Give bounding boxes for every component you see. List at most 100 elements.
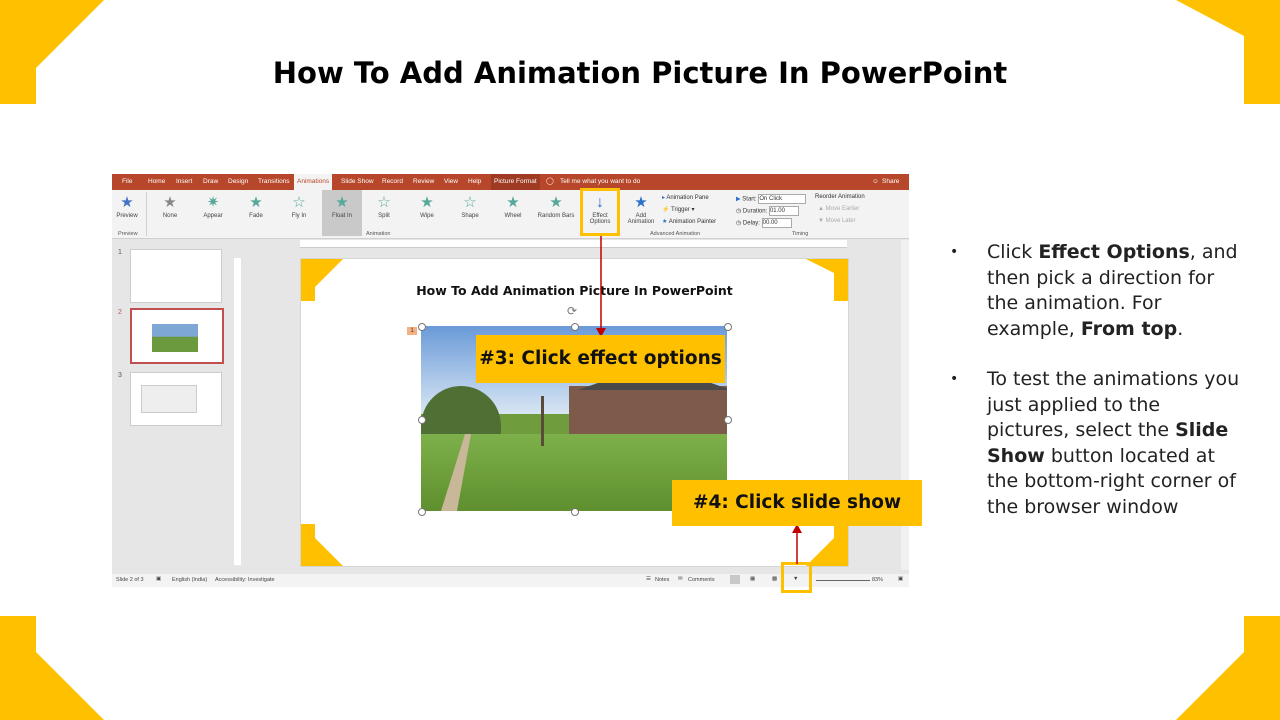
lightbulb-icon: ◯: [546, 178, 554, 185]
notes-icon: ☰: [646, 576, 651, 582]
tab-insert[interactable]: Insert: [176, 174, 192, 190]
tab-draw[interactable]: Draw: [203, 174, 218, 190]
star-icon: ★: [163, 194, 177, 211]
star-icon: ★: [420, 194, 434, 211]
reading-view-button[interactable]: ▩: [772, 576, 777, 582]
effect-label: Float In: [331, 213, 352, 219]
ribbon-tab-bar: File Home Insert Draw Design Transitions…: [112, 174, 909, 190]
comments-icon: ✉: [678, 576, 683, 582]
rotate-handle-icon[interactable]: ⟳: [567, 304, 577, 318]
tab-slide-show[interactable]: Slide Show: [341, 174, 374, 190]
move-later-button[interactable]: ▼ Move Later: [818, 218, 856, 224]
group-label-preview: Preview: [118, 231, 138, 237]
tab-home[interactable]: Home: [148, 174, 165, 190]
arrow-to-slide-show: [792, 524, 802, 564]
move-earlier-label: Move Earlier: [825, 206, 860, 212]
slide-thumbnail-3[interactable]: [130, 372, 222, 426]
start-select[interactable]: On Click: [758, 194, 807, 204]
tab-review[interactable]: Review: [413, 174, 434, 190]
notes-button[interactable]: Notes: [655, 577, 669, 583]
effect-appear[interactable]: ✷ Appear: [195, 190, 231, 236]
star-icon: ☆: [463, 194, 477, 211]
group-label-advanced-animation: Advanced Animation: [650, 231, 701, 237]
effect-label: None: [162, 213, 178, 219]
normal-view-button[interactable]: [730, 575, 740, 584]
tab-transitions[interactable]: Transitions: [258, 174, 290, 190]
reorder-title: Reorder Animation: [815, 194, 865, 200]
slide-thumbnail-1[interactable]: [130, 249, 222, 303]
effect-wipe[interactable]: ★ Wipe: [409, 190, 445, 236]
comments-button[interactable]: Comments: [688, 577, 715, 583]
effect-split[interactable]: ☆ Split: [366, 190, 402, 236]
horizontal-ruler: [300, 240, 847, 248]
thumb-number: 3: [118, 372, 122, 379]
effect-label: Wipe: [420, 213, 434, 219]
animation-pane-button[interactable]: ▸ Animation Pane: [662, 194, 709, 201]
animation-pane-icon: ▸: [662, 195, 666, 201]
resize-handle[interactable]: [571, 508, 579, 516]
delay-label: Delay:: [742, 220, 760, 227]
move-earlier-button[interactable]: ▲ Move Earlier: [818, 206, 859, 212]
slide-sorter-button[interactable]: ▦: [750, 576, 755, 582]
effect-float-in[interactable]: ★ Float In: [322, 190, 362, 236]
bullet-dot: •: [950, 371, 959, 387]
effect-label: Wheel: [504, 213, 522, 219]
slide-show-highlight: [781, 562, 812, 593]
move-later-label: Move Later: [825, 218, 856, 224]
tab-file[interactable]: File: [122, 174, 132, 190]
resize-handle[interactable]: [724, 323, 732, 331]
star-icon: ☆: [377, 194, 391, 211]
thumb-number: 2: [118, 309, 122, 316]
thumb-number: 1: [118, 249, 122, 256]
tab-picture-format[interactable]: Picture Format: [491, 174, 540, 190]
zoom-slider[interactable]: [816, 580, 870, 581]
language-indicator[interactable]: English (India): [172, 577, 207, 583]
spelling-icon: ▣: [156, 576, 162, 582]
accessibility-status[interactable]: Accessibility: Investigate: [215, 577, 275, 583]
effect-shape[interactable]: ☆ Shape: [452, 190, 488, 236]
effect-label: Fade: [249, 213, 263, 219]
star-icon: ★: [549, 194, 563, 211]
resize-handle[interactable]: [571, 323, 579, 331]
resize-handle[interactable]: [418, 508, 426, 516]
preview-button[interactable]: ★ Preview: [112, 190, 142, 236]
duration-input[interactable]: 01.00: [768, 206, 799, 216]
resize-handle[interactable]: [418, 323, 426, 331]
brush-icon: ★: [662, 219, 668, 225]
star-icon: ★: [506, 194, 520, 211]
slide-thumbnail-2[interactable]: [130, 308, 224, 364]
effect-fly-in[interactable]: ☆ Fly In: [281, 190, 317, 236]
effect-wheel[interactable]: ★ Wheel: [495, 190, 531, 236]
tab-animations[interactable]: Animations: [294, 174, 333, 190]
lightning-icon: ⚡: [662, 207, 670, 213]
effect-random-bars[interactable]: ★ Random Bars: [535, 190, 577, 236]
house: [569, 386, 727, 438]
effect-label: Fly In: [291, 213, 307, 219]
share-button[interactable]: Share: [882, 174, 899, 190]
animation-painter-button[interactable]: ★ Animation Painter: [662, 218, 716, 225]
delay-input[interactable]: 00.00: [761, 218, 792, 228]
delay-row: ◷ Delay: 00.00: [736, 218, 792, 228]
zoom-level[interactable]: 83%: [872, 577, 883, 583]
tab-help[interactable]: Help: [468, 174, 481, 190]
tab-record[interactable]: Record: [382, 174, 403, 190]
thumbnail-picture: [141, 385, 197, 413]
duration-label: Duration:: [742, 208, 768, 215]
resize-handle[interactable]: [724, 416, 732, 424]
add-animation-button[interactable]: ★ Add Animation: [622, 190, 660, 236]
effect-fade[interactable]: ★ Fade: [238, 190, 274, 236]
tree-trunk: [541, 396, 544, 446]
effect-none[interactable]: ★ None: [152, 190, 188, 236]
callout-slide-show: #4: Click slide show: [672, 480, 922, 526]
tab-view[interactable]: View: [444, 174, 458, 190]
tab-design[interactable]: Design: [228, 174, 248, 190]
effect-label: Shape: [461, 213, 479, 219]
add-animation-star-icon: ★: [634, 194, 648, 211]
trigger-button[interactable]: ⚡ Trigger ▾: [662, 206, 695, 213]
bullet-text: Click Effect Options, and then pick a di…: [987, 240, 1247, 342]
delay-clock-icon: ◷: [736, 220, 742, 227]
resize-handle[interactable]: [418, 416, 426, 424]
bullet-text-part: .: [1177, 317, 1184, 340]
fit-slide-icon[interactable]: ▣: [898, 576, 903, 582]
effect-label: Appear: [203, 213, 223, 219]
